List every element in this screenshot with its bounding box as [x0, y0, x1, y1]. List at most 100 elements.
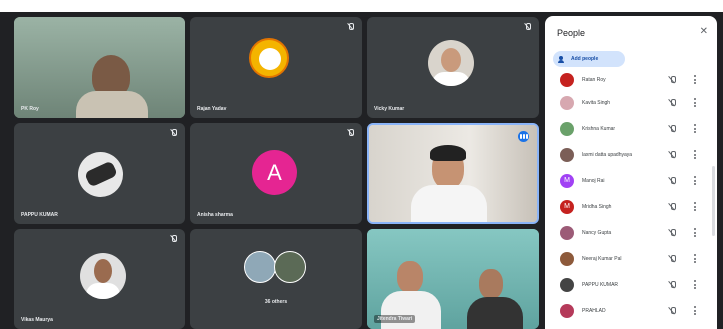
mic-off-icon [348, 23, 354, 30]
avatar [560, 122, 574, 136]
more-options-icon[interactable] [694, 75, 697, 85]
participant-name: PK Roy [21, 106, 39, 112]
more-options-icon[interactable] [694, 124, 697, 134]
participant-name: PAPPU KUMAR [21, 212, 58, 218]
participant-row[interactable]: Neeraj Kumar Pal [545, 247, 717, 273]
avatar [560, 148, 574, 162]
more-options-icon[interactable] [694, 254, 697, 264]
mic-off-icon [669, 125, 676, 133]
add-people-button[interactable]: Add people [553, 51, 625, 67]
participant-name: PAPPU KUMAR [582, 282, 619, 288]
avatar: A [252, 150, 297, 195]
participant-body [76, 91, 148, 118]
add-people-label: Add people [571, 56, 599, 62]
participant-name: PRAHLAD [582, 308, 606, 314]
speaking-indicator-icon [518, 131, 529, 142]
avatar-shirt [432, 72, 470, 86]
avatar [560, 96, 574, 110]
avatar-initial: M [564, 177, 570, 184]
avatar [274, 251, 306, 283]
participant-name: laxmi datta upadhyaya [582, 152, 633, 158]
top-strip [0, 0, 723, 12]
mic-off-icon [669, 99, 676, 107]
participant-name: Ratan Roy [582, 77, 606, 83]
participant-name: Vicky Kumar [374, 106, 405, 112]
avatar [249, 38, 289, 78]
participant-name: Vikas Maurya [21, 317, 53, 323]
avatar-logo [259, 48, 281, 70]
more-options-icon[interactable] [694, 280, 697, 290]
participant-body [411, 185, 487, 222]
avatar-face [94, 259, 112, 283]
participant-name: Neeraj Kumar Pal [582, 256, 622, 262]
participant-name: Manoj Rai [582, 178, 605, 184]
avatar: M [560, 174, 574, 188]
avatar [560, 304, 574, 318]
participant-row[interactable]: PRAHLAD [545, 299, 717, 325]
participant-face [397, 261, 423, 293]
others-count: 36 others [264, 299, 288, 305]
avatar-initial: M [564, 203, 570, 210]
video-tile-anisha-sharma[interactable]: A Anisha sharma [190, 123, 362, 224]
participant-name: Nancy Gupta [582, 230, 612, 236]
participant-row[interactable]: Krishna Kumar [545, 117, 717, 143]
mic-off-icon [669, 203, 676, 211]
close-icon[interactable]: ✕ [700, 26, 708, 37]
participant-row[interactable]: M Manoj Rai [545, 169, 717, 195]
avatar [560, 278, 574, 292]
mic-off-icon [669, 76, 676, 84]
avatar [560, 73, 574, 87]
mic-off-icon [669, 255, 676, 263]
people-panel: People ✕ Add people Ratan Roy Kavita Sing… [545, 16, 717, 329]
video-tile-pappu-kumar[interactable]: PAPPU KUMAR [14, 123, 185, 224]
video-tile-vicky-kumar[interactable]: Vicky Kumar [367, 17, 539, 118]
more-options-icon[interactable] [694, 150, 697, 160]
avatar-initial: A [267, 160, 282, 185]
participant-row[interactable]: M Mridha Singh [545, 195, 717, 221]
mic-off-icon [669, 281, 676, 289]
scrollbar[interactable] [712, 166, 715, 236]
add-person-icon [558, 55, 567, 63]
avatar [244, 251, 276, 283]
mic-off-icon [348, 129, 354, 136]
avatar [560, 226, 574, 240]
avatar [80, 253, 126, 299]
mic-off-icon [669, 307, 676, 315]
more-options-icon[interactable] [694, 176, 697, 186]
more-options-icon[interactable] [694, 306, 697, 316]
participant-hair [430, 145, 466, 161]
mic-off-icon [171, 235, 177, 242]
avatar-shirt [86, 283, 120, 299]
participant-name: Jitendra Tiwari [374, 315, 416, 323]
more-options-icon[interactable] [694, 98, 697, 108]
participant-name: Mridha Singh [582, 204, 612, 210]
participant-name: Krishna Kumar [582, 126, 616, 132]
more-options-icon[interactable] [694, 228, 697, 238]
participant-row[interactable]: laxmi datta upadhyaya [545, 143, 717, 169]
participant-row[interactable]: Kavita Singh [545, 91, 717, 117]
avatar [560, 252, 574, 266]
avatar-face [441, 48, 461, 72]
participant-name: Rajan Yadav [197, 106, 227, 112]
video-tile-vikas-maurya[interactable]: Vikas Maurya [14, 229, 185, 329]
participant-row[interactable]: Nancy Gupta [545, 221, 717, 247]
video-tile-others[interactable]: 36 others [190, 229, 362, 329]
video-tile-jitendra-tiwari[interactable]: Jitendra Tiwari [367, 229, 539, 329]
mic-off-icon [525, 23, 531, 30]
participant-row[interactable]: PAPPU KUMAR [545, 273, 717, 299]
mic-off-icon [669, 229, 676, 237]
video-tile-pk-roy[interactable]: PK Roy [14, 17, 185, 118]
participant-name: Anisha sharma [197, 212, 233, 218]
video-tile-active-speaker[interactable] [367, 123, 539, 224]
mic-off-icon [669, 177, 676, 185]
avatar [78, 152, 123, 197]
mic-off-icon [171, 129, 177, 136]
avatar [428, 40, 474, 86]
video-tile-rajan-yadav[interactable]: Rajan Yadav [190, 17, 362, 118]
participant-body [381, 291, 441, 329]
participant-face [479, 269, 503, 299]
panel-title: People [557, 28, 586, 38]
avatar-shoes [84, 160, 118, 188]
more-options-icon[interactable] [694, 202, 697, 212]
participant-body [467, 297, 523, 329]
